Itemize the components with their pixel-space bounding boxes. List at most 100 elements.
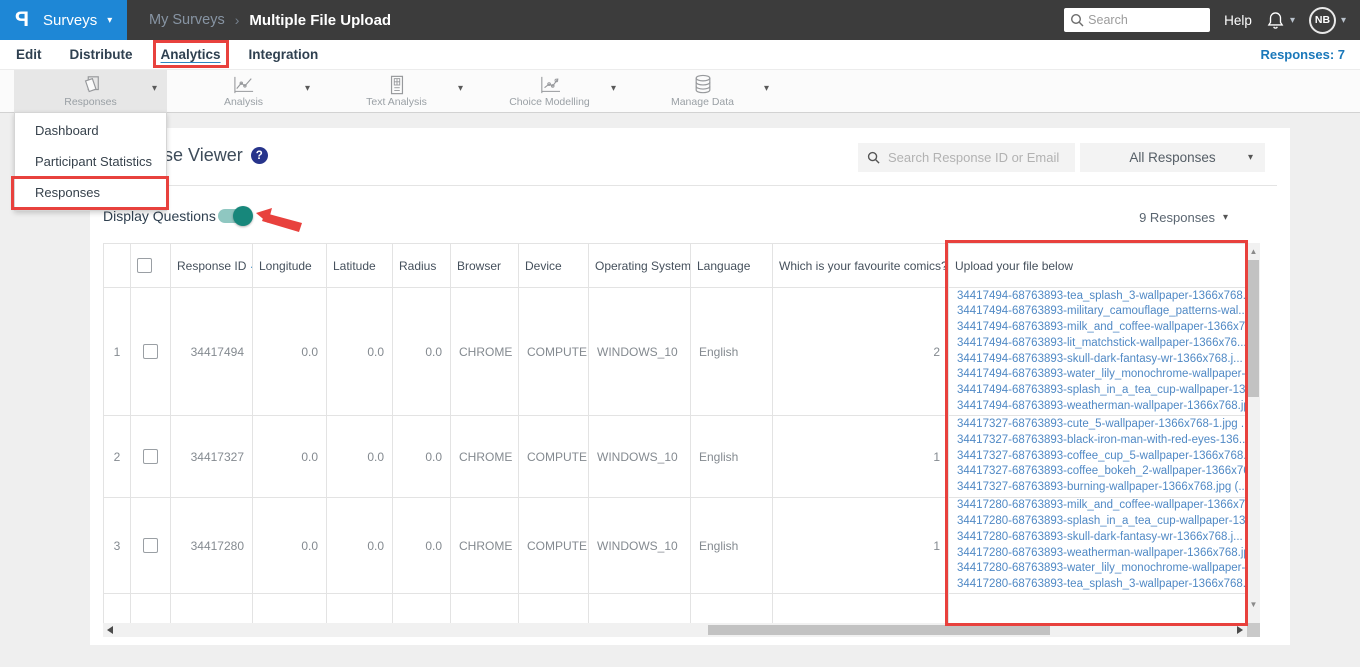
response-viewer-panel: Response Viewer ? All Responses ▾ Displa…	[90, 128, 1290, 645]
col-radius[interactable]: Radius	[392, 243, 451, 288]
global-search-input[interactable]	[1064, 8, 1211, 32]
cell-radius	[392, 593, 451, 623]
file-link[interactable]: 34417327-68763893-cute_5-wallpaper-1366x…	[957, 417, 1247, 433]
cell-os: WINDOWS_10	[588, 497, 691, 594]
responses-counter[interactable]: Responses: 7	[1260, 47, 1345, 62]
col-os[interactable]: Operating System	[588, 243, 691, 288]
response-id-link[interactable]: 34417280	[170, 497, 253, 594]
file-link[interactable]: 34417327-68763893-black-iron-man-with-re…	[957, 433, 1247, 449]
responses-filter-select[interactable]: All Responses ▾	[1080, 143, 1265, 172]
file-link[interactable]: 34417280-68763893-water_lily_monochrome-…	[957, 561, 1247, 577]
chevron-down-icon: ▾	[1289, 14, 1295, 26]
col-latitude[interactable]: Latitude	[326, 243, 393, 288]
file-link[interactable]: 34417494-68763893-milk_and_coffee-wallpa…	[957, 320, 1247, 336]
menu-item-responses[interactable]: Responses	[11, 176, 169, 210]
horizontal-scroll-thumb[interactable]	[708, 625, 1050, 635]
breadcrumb-current: Multiple File Upload	[249, 11, 392, 29]
row-number: 1	[103, 287, 131, 416]
tab-analytics[interactable]: Analytics	[152, 40, 229, 68]
response-search	[858, 143, 1075, 172]
col-upload[interactable]: Upload your file below	[948, 243, 1247, 288]
toolbar-analysis-button[interactable]: Analysis ▾	[167, 70, 320, 112]
col-longitude[interactable]: Longitude	[252, 243, 327, 288]
app-menu[interactable]: P Surveys ▾	[0, 0, 127, 40]
help-link[interactable]: Help	[1224, 13, 1252, 28]
cell-longitude: 0.0	[252, 415, 327, 498]
file-link[interactable]: 34417280-68763893-milk_and_coffee-wallpa…	[957, 499, 1247, 515]
responses-table: Response ID▲ Longitude Latitude Radius B…	[103, 243, 1247, 623]
account-menu[interactable]: NB ▾	[1308, 6, 1346, 34]
cell-language	[690, 593, 773, 623]
toolbar-text-analysis-button[interactable]: Text Analysis ▾	[320, 70, 473, 112]
col-comics[interactable]: Which is your favourite comics?	[772, 243, 949, 288]
table-horizontal-scrollbar[interactable]	[103, 623, 1260, 637]
row-checkbox[interactable]	[143, 449, 158, 465]
response-id-link[interactable]: 34417494	[170, 287, 253, 416]
scroll-right-icon[interactable]	[1237, 626, 1243, 634]
chevron-down-icon: ▾	[304, 83, 310, 94]
notifications-menu[interactable]: ▾	[1266, 10, 1295, 31]
display-questions-toggle[interactable]	[218, 206, 253, 226]
analysis-icon	[232, 75, 256, 95]
cell-longitude	[252, 593, 327, 623]
cell-device: COMPUTER	[518, 287, 589, 416]
table-row: 1 34417494 0.0 0.0 0.0 CHROME COMPUTER W…	[103, 287, 1247, 416]
select-all-checkbox[interactable]	[137, 258, 152, 274]
vertical-scroll-thumb[interactable]	[1248, 260, 1259, 397]
col-language[interactable]: Language	[690, 243, 773, 288]
scroll-up-icon[interactable]: ▲	[1247, 245, 1260, 258]
file-link[interactable]: 34417494-68763893-military_camouflage_pa…	[957, 304, 1247, 320]
choice-modelling-icon	[538, 75, 562, 95]
response-search-input[interactable]	[858, 143, 1075, 172]
cell-longitude: 0.0	[252, 497, 327, 594]
row-checkbox[interactable]	[143, 538, 158, 554]
table-header-row: Response ID▲ Longitude Latitude Radius B…	[103, 243, 1247, 288]
file-link[interactable]: 34417280-68763893-weatherman-wallpaper-1…	[957, 546, 1247, 562]
col-device[interactable]: Device	[518, 243, 589, 288]
text-analysis-icon	[388, 75, 406, 95]
file-link[interactable]: 34417494-68763893-water_lily_monochrome-…	[957, 367, 1247, 383]
cell-browser: CHROME	[450, 415, 519, 498]
scroll-left-icon[interactable]	[107, 626, 113, 634]
cell-language: English	[690, 415, 773, 498]
col-response-id[interactable]: Response ID▲	[170, 243, 253, 288]
global-search	[1064, 8, 1211, 32]
help-icon[interactable]: ?	[250, 147, 268, 164]
toolbar-responses-button[interactable]: Responses ▾	[14, 70, 167, 112]
file-link[interactable]: 34417494-68763893-lit_matchstick-wallpap…	[957, 336, 1247, 352]
cell-latitude: 0.0	[326, 497, 393, 594]
annotation-arrow	[256, 208, 302, 232]
tab-distribute[interactable]: Distribute	[70, 47, 133, 62]
table-vertical-scrollbar[interactable]: ▲ ▼	[1247, 243, 1260, 623]
file-link[interactable]: 34417494-68763893-splash_in_a_tea_cup-wa…	[957, 383, 1247, 399]
file-link[interactable]: 34417494-68763893-tea_splash_3-wallpaper…	[957, 289, 1247, 305]
menu-item-dashboard[interactable]: Dashboard	[15, 115, 166, 146]
table-row: 3 34417280 0.0 0.0 0.0 CHROME COMPUTER W…	[103, 497, 1247, 594]
row-checkbox[interactable]	[143, 344, 158, 360]
chevron-down-icon: ▾	[151, 83, 157, 94]
response-id-link[interactable]: 34417327	[170, 415, 253, 498]
tab-edit[interactable]: Edit	[16, 47, 42, 62]
file-link[interactable]: 34417280-68763893-skull-dark-fantasy-wr-…	[957, 530, 1243, 546]
breadcrumb-parent[interactable]: My Surveys	[149, 12, 225, 28]
file-link[interactable]: 34417494-68763893-weatherman-wallpaper-1…	[957, 399, 1247, 415]
cell-device: COMPUTER	[518, 497, 589, 594]
tab-integration[interactable]: Integration	[249, 47, 319, 62]
toolbar-choice-modelling-button[interactable]: Choice Modelling ▾	[473, 70, 626, 112]
file-link[interactable]: 34417280-68763893-splash_in_a_tea_cup-wa…	[957, 514, 1247, 530]
chevron-down-icon: ▾	[1340, 14, 1346, 26]
menu-item-participant-statistics[interactable]: Participant Statistics	[15, 146, 166, 177]
file-link[interactable]: 34417327-68763893-coffee_cup_5-wallpaper…	[957, 449, 1247, 465]
cell-files: 34417494-68763893-tea_splash_3-wallpaper…	[948, 287, 1247, 416]
cell-os: WINDOWS_10	[588, 287, 691, 416]
file-link[interactable]: 34417327-68763893-burning-wallpaper-1366…	[957, 480, 1247, 496]
cell-radius: 0.0	[392, 497, 451, 594]
col-browser[interactable]: Browser	[450, 243, 519, 288]
responses-count-dropdown[interactable]: 9 Responses ▾	[1139, 210, 1228, 225]
file-link[interactable]: 34417494-68763893-skull-dark-fantasy-wr-…	[957, 352, 1243, 368]
toolbar-manage-data-button[interactable]: Manage Data ▾	[626, 70, 779, 112]
scroll-down-icon[interactable]: ▼	[1247, 598, 1260, 611]
analytics-toolbar: Responses ▾ Analysis ▾ Text Analysis ▾ C…	[0, 70, 1360, 113]
file-link[interactable]: 34417327-68763893-coffee_bokeh_2-wallpap…	[957, 464, 1247, 480]
file-link[interactable]: 34417280-68763893-tea_splash_3-wallpaper…	[957, 577, 1247, 593]
